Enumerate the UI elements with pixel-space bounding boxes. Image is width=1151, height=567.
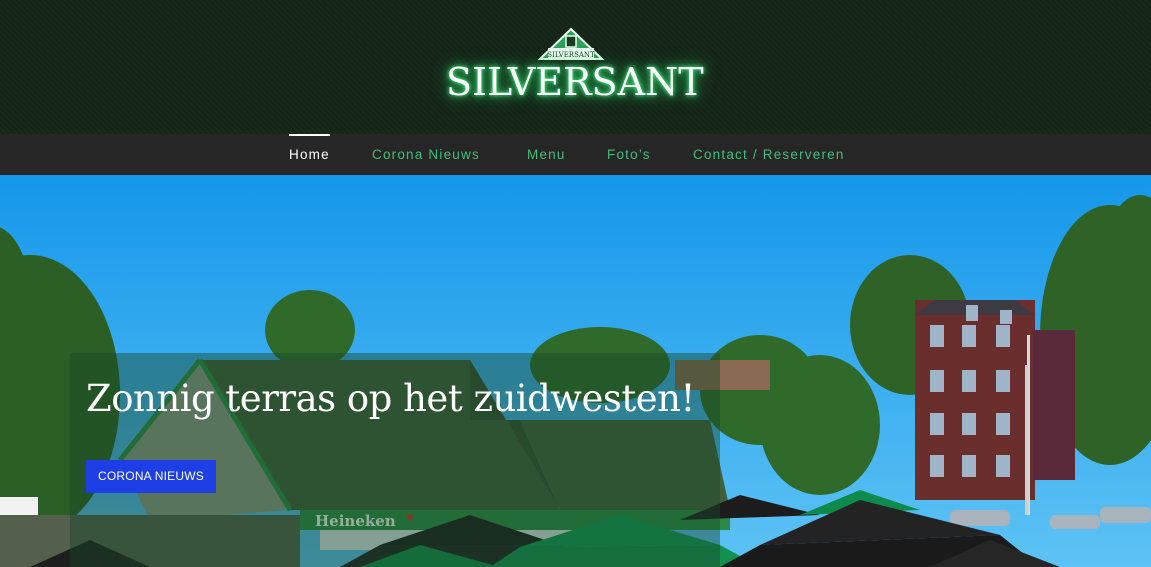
main-nav: Home Corona Nieuws Menu Foto’s Contact /…: [0, 134, 1151, 175]
hero-slider: Heineken Zonnig terras op het zuidwesten…: [0, 175, 1151, 567]
logo-badge-text: SILVERSANT: [547, 51, 595, 59]
nav-item-contact-reserveren[interactable]: Contact / Reserveren: [693, 134, 845, 175]
corona-nieuws-button[interactable]: CORONA NIEUWS: [86, 460, 216, 493]
logo-text: SILVERSANT: [446, 60, 704, 104]
site-logo[interactable]: SILVERSANT SILVERSANT: [446, 26, 704, 106]
nav-item-home[interactable]: Home: [289, 134, 330, 175]
nav-item-menu[interactable]: Menu: [527, 134, 566, 175]
hero-title: Zonnig terras op het zuidwesten!: [86, 377, 695, 420]
nav-item-corona-nieuws[interactable]: Corona Nieuws: [372, 134, 480, 175]
site-header: SILVERSANT SILVERSANT: [0, 0, 1151, 134]
nav-item-fotos[interactable]: Foto’s: [607, 134, 651, 175]
